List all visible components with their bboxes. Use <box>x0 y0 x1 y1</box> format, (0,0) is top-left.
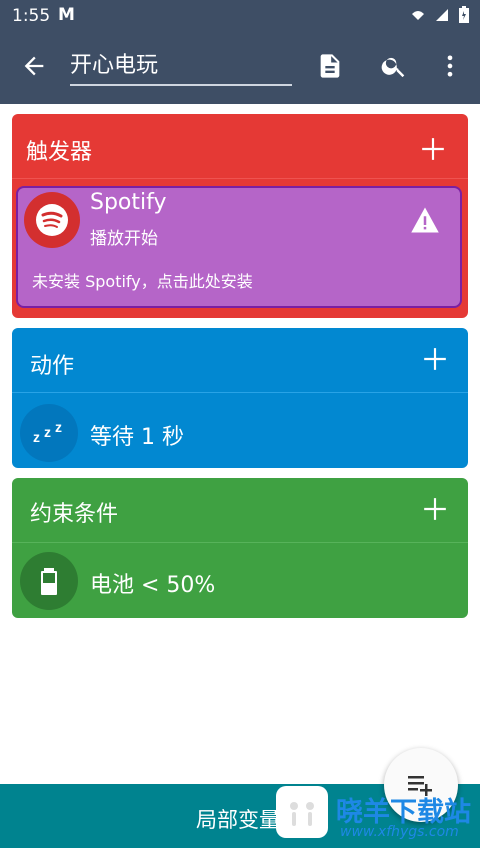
install-note[interactable]: 未安装 Spotify，点击此处安装 <box>32 268 253 292</box>
divider <box>12 392 468 393</box>
sleep-zzz-icon: zzz <box>20 404 78 462</box>
warning-icon <box>411 207 439 233</box>
document-icon[interactable] <box>316 52 344 80</box>
watermark-url: www.xfhygs.com <box>340 824 459 840</box>
notification-icon: M <box>58 5 75 25</box>
trigger-subtitle: 播放开始 <box>90 229 158 249</box>
trigger-item-spotify[interactable]: Spotify 播放开始 未安装 Spotify，点击此处安装 <box>16 186 462 308</box>
action-label: 等待 1 秒 <box>90 425 184 450</box>
add-trigger-plus-icon[interactable] <box>420 136 446 162</box>
signal-icon <box>412 11 424 20</box>
title-field[interactable]: 开心电玩 <box>70 50 292 86</box>
add-action-plus-icon[interactable] <box>422 346 448 372</box>
actions-card: 动作 zzz 等待 1 秒 <box>12 328 468 468</box>
local-variables-label: 局部变量 <box>196 808 280 832</box>
triggers-card: 触发器 Spotify 播放开始 未安装 Spotify，点击此处安装 <box>12 114 468 318</box>
search-icon[interactable] <box>380 52 408 80</box>
more-vert-icon[interactable] <box>436 52 464 80</box>
triggers-title: 触发器 <box>26 140 93 165</box>
cell-icon <box>436 9 448 21</box>
back-arrow-icon[interactable] <box>20 52 48 80</box>
constraints-header: 约束条件 <box>12 478 468 542</box>
status-icons <box>410 6 470 24</box>
constraint-label: 电池 < 50% <box>90 573 216 598</box>
battery-icon <box>20 552 78 610</box>
spotify-icon <box>24 192 80 248</box>
trigger-title: Spotify <box>90 190 167 215</box>
triggers-header: 触发器 <box>12 114 468 182</box>
divider <box>12 542 468 543</box>
svg-text:z: z <box>33 429 40 445</box>
watermark-logo <box>276 786 328 838</box>
svg-text:z: z <box>44 424 51 440</box>
actions-title: 动作 <box>30 354 75 379</box>
battery-status-icon <box>459 6 469 23</box>
status-time: 1:55 <box>12 6 51 26</box>
status-bar: 1:55 M <box>0 0 480 32</box>
constraints-title: 约束条件 <box>30 502 119 527</box>
title-text: 开心电玩 <box>70 53 159 78</box>
add-constraint-plus-icon[interactable] <box>422 496 448 522</box>
actions-header: 动作 <box>12 328 468 392</box>
constraints-card: 约束条件 电池 < 50% <box>12 478 468 618</box>
divider <box>12 178 468 179</box>
svg-text:z: z <box>55 419 62 435</box>
app-bar: 开心电玩 <box>0 32 480 104</box>
